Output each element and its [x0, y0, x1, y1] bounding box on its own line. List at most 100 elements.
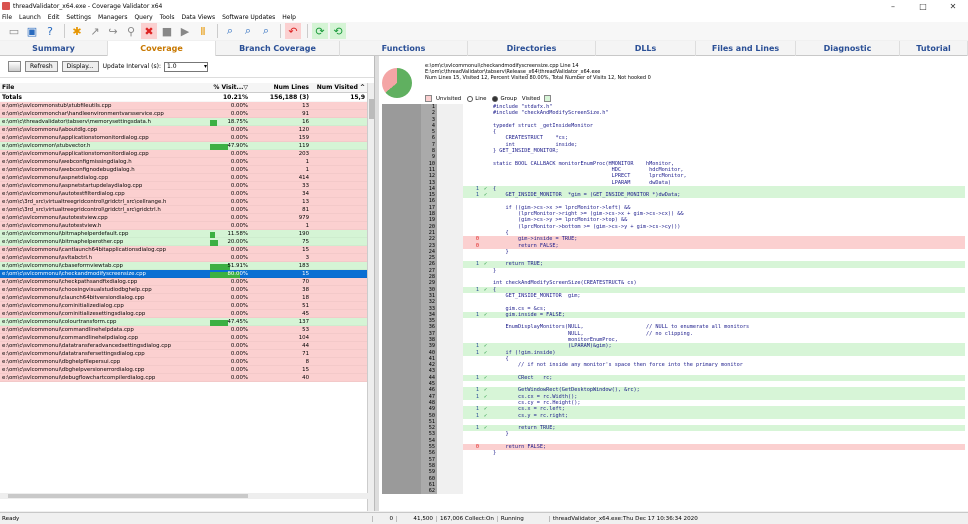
header-num-visited[interactable]: Num Visited ^: [312, 84, 368, 91]
header-pct-visited[interactable]: % Visit...▽: [210, 84, 251, 91]
menu-item-file[interactable]: File: [2, 14, 12, 21]
header-num-lines[interactable]: Num Lines: [251, 84, 312, 91]
table-row[interactable]: e:\om\c\svlcommonui\commandlinehelpdialo…: [0, 334, 368, 342]
table-row[interactable]: e:\om\c\svlcommonui\webconfignodebugdial…: [0, 166, 368, 174]
table-row[interactable]: e:\om\c\svlcommonui\aspnetstartupdelaydi…: [0, 182, 368, 190]
scrollbar-thumb[interactable]: [8, 494, 248, 498]
table-row[interactable]: e:\om\c\svlcommonui\colourtransform.cpp 4…: [0, 318, 368, 326]
unvisited-swatch[interactable]: [425, 95, 432, 102]
table-row[interactable]: e:\om\c\svlcommonui\dbghelpversionerrord…: [0, 366, 368, 374]
coverage-controls: Refresh Display... Update Interval (s): …: [0, 56, 374, 78]
tab-coverage[interactable]: Coverage: [108, 41, 216, 56]
menu-item-edit[interactable]: Edit: [48, 14, 60, 21]
table-row[interactable]: e:\om\c\svlcommonui\applicationstomonito…: [0, 134, 368, 142]
table-row[interactable]: e:\om\c\svlcommonui\aspnetdialog.cpp 0.00…: [0, 174, 368, 182]
table-row[interactable]: e:\om\c\svlcommonui\webconfigmissingdial…: [0, 158, 368, 166]
table-row[interactable]: e:\om\c\svlcommonui\dbghelpfilepersui.cp…: [0, 358, 368, 366]
refresh-button[interactable]: Refresh: [25, 61, 58, 72]
table-row[interactable]: e:\om\c\svlcommonui\aboutdlg.cpp 0.00% 120: [0, 126, 368, 134]
settings-icon[interactable]: ✱: [69, 23, 85, 39]
help-icon[interactable]: ?: [42, 23, 58, 39]
header-file[interactable]: File: [0, 84, 210, 91]
tab-branch-coverage[interactable]: Branch Coverage: [216, 41, 340, 56]
table-row[interactable]: e:\om\c\threadvalidator\tabserv\memoryse…: [0, 118, 368, 126]
tab-tutorial[interactable]: Tutorial: [900, 41, 968, 56]
table-row[interactable]: e:\om\c\svlcommonui\choosingvisualstudio…: [0, 286, 368, 294]
num-lines: 34: [302, 190, 309, 197]
display-button[interactable]: Display...: [61, 61, 99, 72]
table-row[interactable]: e:\om\c\svlcommonui\svltabctrl.h 0.00% 3: [0, 254, 368, 262]
table-row[interactable]: e:\om\c\svlcommonui\cbaseformviewtab.cpp…: [0, 262, 368, 270]
table-row[interactable]: e:\om\c\svlcommonui\cominitializesetting…: [0, 310, 368, 318]
scrollbar-thumb[interactable]: [369, 99, 374, 119]
tab-functions[interactable]: Functions: [340, 41, 468, 56]
table-row[interactable]: e:\om\c\svlcommonui\checkpathsandfixdial…: [0, 278, 368, 286]
menu-item-launch[interactable]: Launch: [19, 14, 41, 21]
grid-horizontal-scrollbar[interactable]: [0, 493, 368, 499]
table-row[interactable]: e:\om\c\3rd_src\virtualtreegridcontrol\g…: [0, 206, 368, 214]
stop-icon[interactable]: ✖: [141, 23, 157, 39]
file-name: e:\om\c\svlcommonui\dbghelpfilepersui.cp…: [2, 358, 121, 365]
source-line[interactable]: 62: [382, 488, 965, 495]
file-name: e:\om\c\svlcommonui\claunch64bitversiond…: [2, 294, 145, 301]
open-icon[interactable]: ▭: [6, 23, 22, 39]
table-row[interactable]: e:\om\c\svlcommonui\bitmaphelperdefault.…: [0, 230, 368, 238]
tab-files-and-lines[interactable]: Files and Lines: [696, 41, 796, 56]
zoom-out-icon[interactable]: ⌕: [258, 23, 274, 39]
table-row[interactable]: e:\om\c\3rd_src\virtualtreegridcontrol\g…: [0, 198, 368, 206]
menu-item-software-updates[interactable]: Software Updates: [222, 14, 275, 21]
table-row[interactable]: e:\om\c\svlcommonchar\handleenvironmentv…: [0, 110, 368, 118]
table-row[interactable]: e:\om\c\svlcommonui\datatransferadvanced…: [0, 342, 368, 350]
tab-diagnostic[interactable]: Diagnostic: [796, 41, 900, 56]
source-code-view[interactable]: 1 #include "stdafx.h" 2 #include "checkAndM…: [382, 104, 965, 507]
play-icon[interactable]: ▶: [177, 23, 193, 39]
tab-directories[interactable]: Directories: [468, 41, 596, 56]
table-row[interactable]: e:\om\c\svlcommonui\cantlaunch64bitappli…: [0, 246, 368, 254]
launch-icon[interactable]: ↗: [87, 23, 103, 39]
attach-icon[interactable]: ↪: [105, 23, 121, 39]
table-row[interactable]: e:\om\c\svlcommonui\checkandmodifyscreen…: [0, 270, 368, 278]
totals-row[interactable]: Totals 10.21% 156,188 (3) 15,9: [0, 93, 368, 102]
group-radio[interactable]: [492, 95, 499, 102]
line-radio[interactable]: [467, 95, 474, 102]
table-row[interactable]: e:\om\c\svlcommonui\claunch64bitversiond…: [0, 294, 368, 302]
stop-disabled-icon[interactable]: ■: [159, 23, 175, 39]
zoom-icon[interactable]: ⌕: [222, 23, 238, 39]
menu-item-managers[interactable]: Managers: [98, 14, 127, 21]
menu-item-tools[interactable]: Tools: [160, 14, 175, 21]
num-lines: 159: [298, 134, 309, 141]
visited-swatch[interactable]: [544, 95, 552, 102]
refresh-icon[interactable]: ⟳: [312, 23, 328, 39]
table-row[interactable]: e:\om\c\svlcommonui\autotestfilterdialog…: [0, 190, 368, 198]
tab-summary[interactable]: Summary: [0, 41, 108, 56]
menu-item-data-views[interactable]: Data Views: [181, 14, 215, 21]
menu-item-settings[interactable]: Settings: [66, 14, 91, 21]
close-button[interactable]: ✕: [938, 2, 968, 11]
refresh-all-icon[interactable]: ⟲: [330, 23, 346, 39]
table-row[interactable]: e:\om\c\svlcommonui\autotestview.h 0.00% 1: [0, 222, 368, 230]
update-interval-select[interactable]: 1.0 ▾: [164, 61, 209, 72]
maximize-button[interactable]: □: [908, 2, 938, 11]
table-row[interactable]: e:\om\c\svlcommonui\bitmaphelperother.cp…: [0, 238, 368, 246]
monitor-icon[interactable]: ⚲: [123, 23, 139, 39]
save-icon[interactable]: ▣: [24, 23, 40, 39]
pct-value: 0.00%: [230, 198, 248, 205]
grid-vertical-scrollbar[interactable]: [367, 83, 374, 511]
pct-visited: 0.00%: [210, 175, 251, 181]
table-row[interactable]: e:\om\c\svlcommon\stubvector.h 47.90% 119: [0, 142, 368, 150]
table-row[interactable]: e:\om\c\svlcommonui\autotestview.cpp 0.00…: [0, 214, 368, 222]
table-row[interactable]: e:\om\c\svlcommonui\commandlinehelpdata.…: [0, 326, 368, 334]
menu-item-help[interactable]: Help: [282, 14, 296, 21]
table-row[interactable]: e:\om\c\svlcommonui\debugflowchartcompil…: [0, 374, 368, 382]
table-row[interactable]: e:\om\c\svlcommonui\applicationstomonito…: [0, 150, 368, 158]
table-row[interactable]: e:\om\c\svlcommonstub\stubfileutils.cpp 0…: [0, 102, 368, 110]
table-row[interactable]: e:\om\c\svlcommonui\datatransfersettings…: [0, 350, 368, 358]
menu-item-query[interactable]: Query: [134, 14, 152, 21]
pause-icon[interactable]: Ⅱ: [195, 23, 211, 39]
table-row[interactable]: e:\om\c\svlcommonui\cominitializedialog.…: [0, 302, 368, 310]
undo-icon[interactable]: ↶: [285, 23, 301, 39]
minimize-button[interactable]: –: [878, 2, 908, 11]
pct-value: 18.75%: [227, 118, 248, 125]
tab-dlls[interactable]: DLLs: [596, 41, 696, 56]
zoom-in-icon[interactable]: ⌕: [240, 23, 256, 39]
